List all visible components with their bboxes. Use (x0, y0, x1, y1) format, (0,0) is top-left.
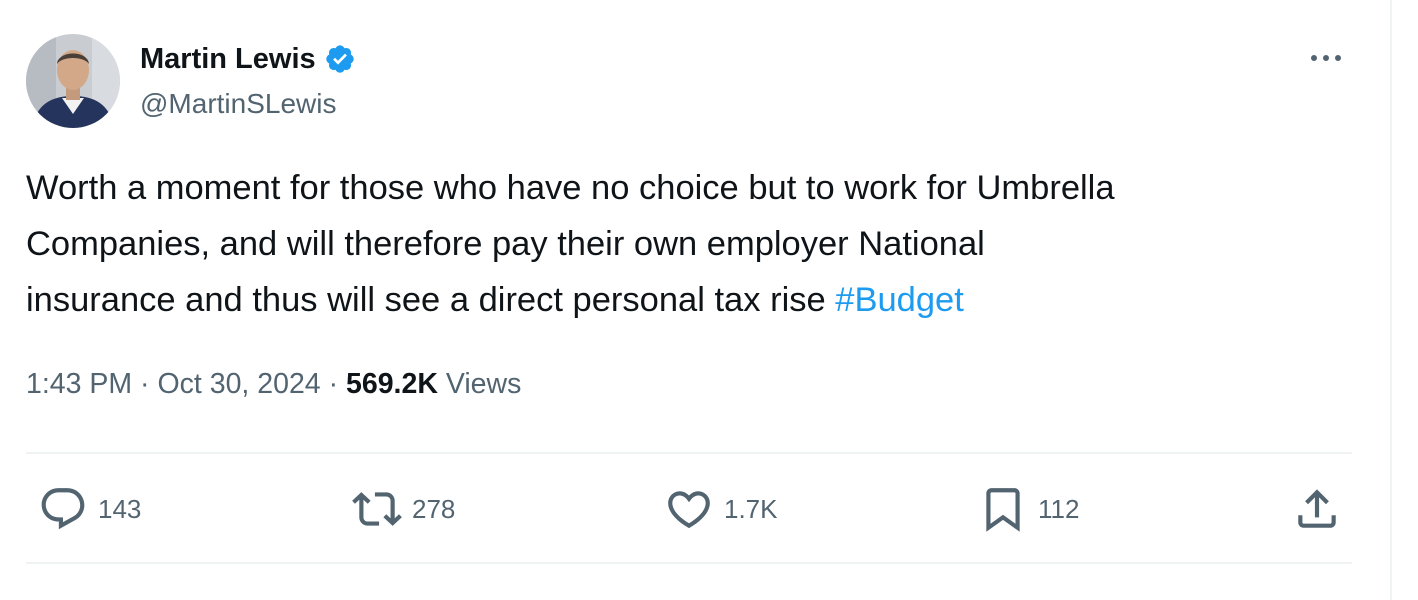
tweet-text-line-3: insurance and thus will see a direct per… (26, 281, 836, 319)
repost-count: 278 (412, 493, 456, 524)
views-label: Views (437, 368, 522, 400)
avatar[interactable] (26, 34, 120, 128)
tweet-time[interactable]: 1:43 PM (26, 368, 132, 400)
reply-icon (38, 484, 88, 534)
author-handle[interactable]: @MartinSLewis (140, 88, 336, 120)
repost-icon (352, 484, 402, 534)
reply-count: 143 (98, 493, 142, 524)
tweet-text-line: Worth a moment for those who have no cho… (26, 169, 1115, 207)
tweet-meta: 1:43 PM · Oct 30, 2024 · 569.2K Views (26, 368, 521, 401)
tweet-text-line: insurance and thus will see a direct per… (26, 272, 1366, 328)
more-icon (1309, 50, 1343, 68)
more-button[interactable] (1306, 44, 1346, 74)
tweet-text-line: Companies, and will therefore pay their … (26, 225, 985, 263)
reply-button[interactable]: 143 (38, 484, 141, 534)
bookmark-icon (978, 484, 1028, 534)
views-count[interactable]: 569.2K (346, 368, 438, 400)
repost-button[interactable]: 278 (352, 484, 455, 534)
meta-separator: · (132, 368, 158, 400)
column-border (1390, 0, 1392, 600)
share-icon (1292, 484, 1342, 534)
author-display-name[interactable]: Martin Lewis (140, 43, 316, 76)
meta-separator: · (320, 368, 346, 400)
hashtag-link[interactable]: #Budget (835, 281, 964, 319)
divider-bottom (26, 562, 1352, 564)
divider-top (26, 452, 1352, 454)
heart-icon (664, 484, 714, 534)
like-button[interactable]: 1.7K (664, 484, 778, 534)
bookmark-button[interactable]: 112 (978, 484, 1079, 534)
verified-badge-icon[interactable] (324, 43, 356, 75)
author-name-row: Martin Lewis (140, 40, 356, 78)
tweet-date[interactable]: Oct 30, 2024 (157, 368, 320, 400)
tweet-text: Worth a moment for those who have no cho… (26, 160, 1366, 328)
share-button[interactable] (1292, 484, 1342, 534)
bookmark-count: 112 (1038, 493, 1080, 524)
like-count: 1.7K (724, 493, 778, 524)
